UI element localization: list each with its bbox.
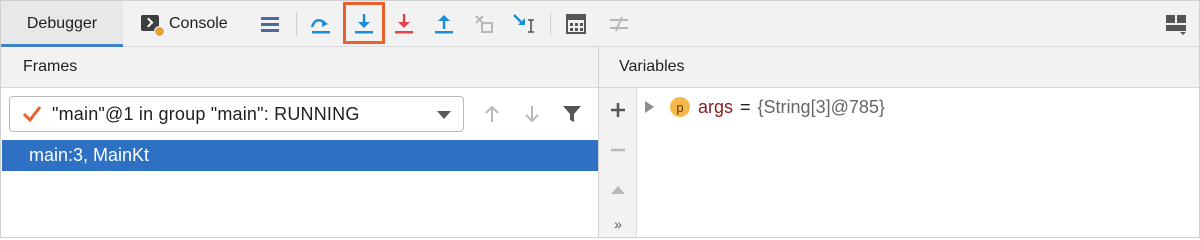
variable-value: {String[3]@785} (757, 96, 885, 117)
step-over-icon[interactable] (306, 9, 336, 39)
variable-row[interactable]: p args = {String[3]@785} (641, 93, 885, 121)
plus-icon[interactable] (599, 94, 637, 126)
chevron-down-icon (437, 111, 451, 119)
layout-settings-icon[interactable] (1161, 9, 1191, 39)
force-step-into-icon[interactable] (389, 9, 419, 39)
tab-debugger[interactable]: Debugger (1, 1, 123, 47)
run-to-cursor-icon[interactable] (509, 9, 539, 39)
filter-icon[interactable] (557, 99, 587, 129)
toolbar-separator (296, 12, 297, 36)
drop-frame-icon[interactable] (469, 9, 499, 39)
variables-title: Variables (619, 58, 685, 75)
frame-row[interactable]: main:3, MainKt (2, 140, 598, 171)
more-icon[interactable]: » (599, 208, 637, 237)
frames-header: Frames (1, 47, 598, 88)
variables-header: Variables (599, 47, 1199, 88)
frame-row-label: main:3, MainKt (29, 145, 150, 165)
frames-title: Frames (23, 58, 78, 75)
previous-frame-icon[interactable] (477, 99, 507, 129)
step-out-icon[interactable] (429, 9, 459, 39)
step-into-highlight (343, 2, 385, 44)
toolbar-separator (550, 12, 551, 36)
trace-current-stream-icon[interactable] (604, 9, 634, 39)
variables-toolbar: » (599, 88, 637, 237)
evaluate-expression-icon[interactable] (561, 9, 591, 39)
debugger-window: Debugger Console Frames Variables "main"… (0, 0, 1200, 238)
thread-selector-value: "main"@1 in group "main": RUNNING (52, 103, 360, 124)
restore-layout-icon[interactable] (255, 9, 285, 39)
debugger-toolbar: Debugger Console (1, 1, 1199, 47)
up-icon[interactable] (599, 174, 637, 206)
variable-name: args (698, 96, 734, 117)
tab-console[interactable]: Console (141, 1, 228, 47)
parameter-badge: p (670, 97, 690, 117)
check-icon (22, 106, 42, 123)
variable-equals: = (740, 96, 751, 117)
tab-debugger-label: Debugger (26, 15, 98, 32)
next-frame-icon[interactable] (517, 99, 547, 129)
console-icon (141, 15, 165, 37)
expand-arrow-icon[interactable] (645, 101, 654, 113)
minus-icon[interactable] (599, 134, 637, 166)
tab-console-label: Console (169, 15, 228, 32)
thread-selector[interactable]: "main"@1 in group "main": RUNNING (9, 96, 464, 132)
